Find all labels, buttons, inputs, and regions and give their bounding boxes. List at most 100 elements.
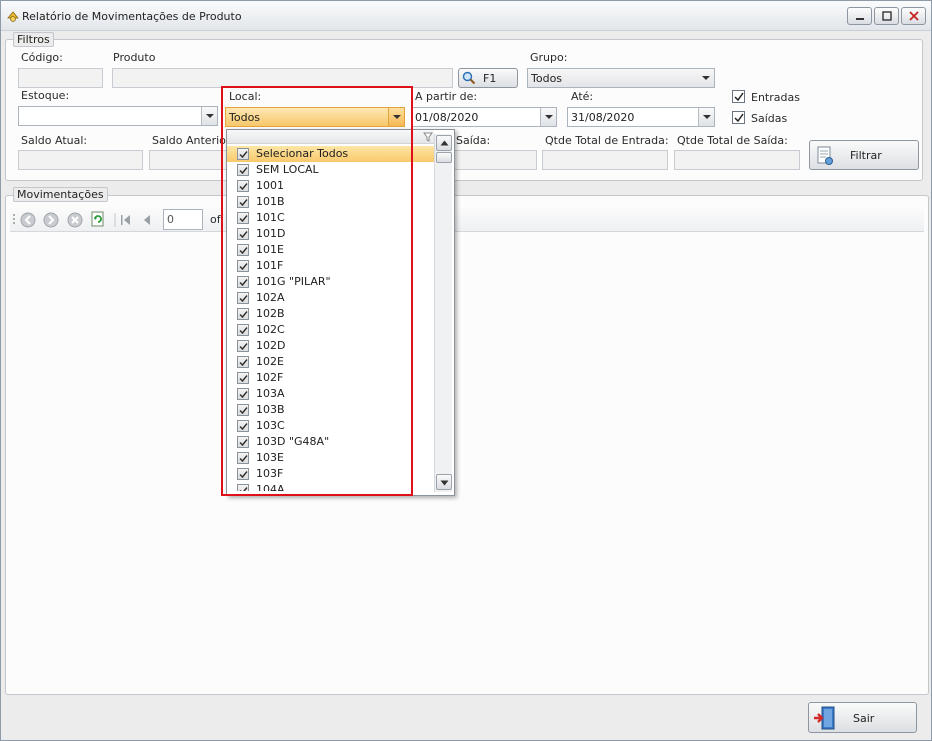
first-page-icon[interactable] <box>120 213 132 227</box>
sair-button[interactable]: Sair <box>808 702 917 733</box>
f1-search-button[interactable]: F1 <box>458 68 518 88</box>
local-option-list[interactable]: Selecionar Todos SEM LOCAL 1001 101B 101C 101… <box>227 146 434 491</box>
option-checkbox[interactable] <box>237 196 249 208</box>
option-checkbox[interactable] <box>237 308 249 320</box>
saidas-checkbox[interactable] <box>732 111 745 124</box>
check-icon <box>239 391 248 399</box>
local-option[interactable]: 102F <box>227 370 434 386</box>
local-option[interactable]: 101G "PILAR" <box>227 274 434 290</box>
option-checkbox[interactable] <box>237 180 249 192</box>
option-checkbox[interactable] <box>237 388 249 400</box>
maximize-button[interactable] <box>874 7 899 25</box>
local-option[interactable]: 101F <box>227 258 434 274</box>
check-icon <box>239 375 248 383</box>
check-icon <box>239 423 248 431</box>
local-option[interactable]: SEM LOCAL <box>227 162 434 178</box>
apartir-date-input[interactable]: 01/08/2020 <box>411 107 557 127</box>
local-label: Local: <box>229 90 262 103</box>
ate-calendar-arrow[interactable] <box>698 108 714 126</box>
option-checkbox[interactable] <box>237 404 249 416</box>
option-checkbox[interactable] <box>237 372 249 384</box>
local-option[interactable]: 101C <box>227 210 434 226</box>
grupo-dropdown-arrow[interactable] <box>698 69 714 87</box>
minimize-icon <box>856 18 864 20</box>
scroll-down-button[interactable] <box>436 474 452 490</box>
scroll-thumb[interactable] <box>436 152 452 163</box>
local-option[interactable]: 101E <box>227 242 434 258</box>
option-label: 1001 <box>256 179 284 192</box>
local-option[interactable]: 103E <box>227 450 434 466</box>
page-number-input[interactable]: 0 <box>163 209 203 230</box>
option-checkbox[interactable] <box>237 212 249 224</box>
option-checkbox[interactable] <box>237 228 249 240</box>
option-checkbox[interactable] <box>237 244 249 256</box>
previous-page-icon[interactable] <box>142 213 152 227</box>
option-checkbox[interactable] <box>237 148 249 160</box>
local-option[interactable]: 101D <box>227 226 434 242</box>
local-option[interactable]: 103A <box>227 386 434 402</box>
option-checkbox[interactable] <box>237 484 249 491</box>
title-bar[interactable]: Relatório de Movimentações de Produto <box>1 1 931 31</box>
option-checkbox[interactable] <box>237 356 249 368</box>
grupo-value: Todos <box>531 72 563 85</box>
ate-value: 31/08/2020 <box>571 111 635 124</box>
produto-label: Produto <box>113 51 156 64</box>
estoque-select[interactable] <box>18 106 218 126</box>
stop-icon[interactable] <box>67 212 83 228</box>
local-option[interactable]: 102A <box>227 290 434 306</box>
local-option[interactable]: 103C <box>227 418 434 434</box>
local-dropdown-arrow[interactable] <box>388 108 404 126</box>
close-button[interactable] <box>901 7 926 25</box>
refresh-icon[interactable] <box>90 211 106 228</box>
entradas-checkbox[interactable] <box>732 90 745 103</box>
local-option[interactable]: 102B <box>227 306 434 322</box>
option-checkbox[interactable] <box>237 260 249 272</box>
local-value: Todos <box>229 111 261 124</box>
scroll-up-button[interactable] <box>436 135 452 151</box>
local-option[interactable]: 103B <box>227 402 434 418</box>
local-option[interactable]: 103F <box>227 466 434 482</box>
option-checkbox[interactable] <box>237 292 249 304</box>
option-checkbox[interactable] <box>237 164 249 176</box>
option-checkbox[interactable] <box>237 420 249 432</box>
ate-date-input[interactable]: 31/08/2020 <box>567 107 715 127</box>
filtrar-button[interactable]: Filtrar <box>809 140 919 170</box>
option-label: 103F <box>256 467 284 480</box>
local-option[interactable]: 102C <box>227 322 434 338</box>
option-checkbox[interactable] <box>237 468 249 480</box>
produto-input[interactable] <box>112 68 453 88</box>
grupo-select[interactable]: Todos <box>527 68 715 88</box>
local-list-scrollbar[interactable] <box>434 134 452 492</box>
estoque-dropdown-arrow[interactable] <box>201 107 217 125</box>
option-checkbox[interactable] <box>237 340 249 352</box>
forward-icon[interactable] <box>43 212 59 228</box>
apartir-calendar-arrow[interactable] <box>540 108 556 126</box>
check-icon <box>239 359 248 367</box>
option-checkbox[interactable] <box>237 276 249 288</box>
local-option[interactable]: 103D "G48A" <box>227 434 434 450</box>
saldo-anterior-label: Saldo Anterior <box>152 134 231 147</box>
check-icon <box>239 487 248 491</box>
report-toolbar: 0 of <box>10 208 924 232</box>
qtde-entrada-label: Qtde Total de Entrada: <box>545 134 669 147</box>
option-label: 104A <box>256 483 285 491</box>
local-option[interactable]: 104A <box>227 482 434 491</box>
select-all-option[interactable]: Selecionar Todos <box>227 146 434 162</box>
option-checkbox[interactable] <box>237 324 249 336</box>
option-label: 102F <box>256 371 284 384</box>
saldo-anterior-field <box>149 150 229 170</box>
minimize-button[interactable] <box>847 7 872 25</box>
local-option[interactable]: 101B <box>227 194 434 210</box>
local-select[interactable]: Todos <box>225 107 405 127</box>
option-checkbox[interactable] <box>237 452 249 464</box>
local-option[interactable]: 1001 <box>227 178 434 194</box>
option-label: 101G "PILAR" <box>256 275 331 288</box>
check-icon <box>734 92 744 102</box>
back-icon[interactable] <box>20 212 36 228</box>
local-option[interactable]: 102D <box>227 338 434 354</box>
codigo-input[interactable] <box>18 68 103 88</box>
local-option[interactable]: 102E <box>227 354 434 370</box>
filter-icon[interactable] <box>423 132 433 142</box>
local-dropdown-popup[interactable]: Selecionar Todos SEM LOCAL 1001 101B 101C 101… <box>226 129 455 496</box>
option-checkbox[interactable] <box>237 436 249 448</box>
